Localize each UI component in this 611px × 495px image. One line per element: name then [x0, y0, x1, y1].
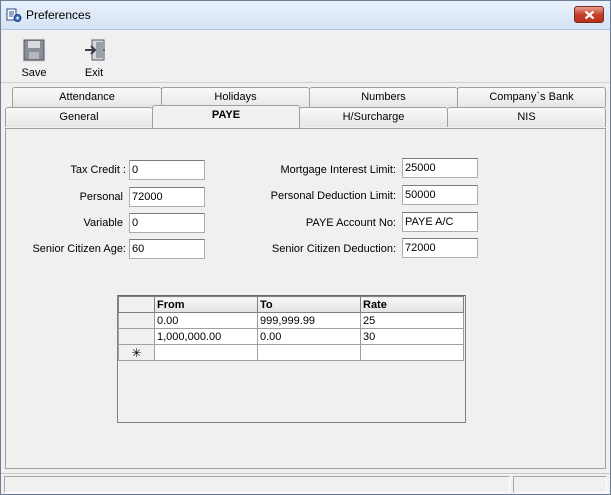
- title-bar[interactable]: Preferences: [1, 1, 610, 30]
- tab-numbers[interactable]: Numbers: [309, 87, 458, 107]
- tab-general[interactable]: General: [5, 107, 153, 127]
- cell-to[interactable]: 999,999.99: [257, 312, 361, 329]
- senior-citizen-deduction-label: Senior Citizen Deduction:: [271, 243, 396, 255]
- cell-to-new[interactable]: [257, 344, 361, 361]
- grid-corner: [118, 296, 155, 313]
- tab-strip: Attendance Holidays Numbers Company`s Ba…: [5, 85, 607, 129]
- senior-citizen-deduction-field[interactable]: 72000: [402, 238, 478, 258]
- save-label: Save: [21, 67, 47, 79]
- mortgage-interest-limit-label: Mortgage Interest Limit:: [280, 164, 396, 176]
- exit-button[interactable]: Exit: [72, 34, 116, 80]
- exit-icon: [85, 39, 105, 61]
- cell-from[interactable]: 0.00: [154, 312, 258, 329]
- new-row-icon: ✳: [118, 344, 155, 361]
- variable-field[interactable]: 0: [129, 213, 205, 233]
- tab-paye[interactable]: PAYE: [152, 105, 300, 128]
- variable-label: Variable: [83, 217, 123, 229]
- column-header-from[interactable]: From: [154, 296, 258, 313]
- paye-account-no-field[interactable]: PAYE A/C: [402, 212, 478, 232]
- app-icon: [6, 8, 22, 22]
- close-button[interactable]: [574, 6, 604, 23]
- personal-field[interactable]: 72000: [129, 187, 205, 207]
- cell-rate[interactable]: 25: [360, 312, 464, 329]
- tab-attendance[interactable]: Attendance: [12, 87, 162, 107]
- preferences-window: Preferences Save Exit Attendance Holiday…: [0, 0, 611, 495]
- exit-label: Exit: [84, 67, 104, 79]
- cell-to[interactable]: 0.00: [257, 328, 361, 345]
- tax-credit-field[interactable]: 0: [129, 160, 205, 180]
- cell-from[interactable]: 1,000,000.00: [154, 328, 258, 345]
- cell-from-new[interactable]: [154, 344, 258, 361]
- save-icon: [23, 39, 45, 62]
- senior-citizen-age-label: Senior Citizen Age:: [32, 243, 126, 255]
- tab-holidays[interactable]: Holidays: [161, 87, 310, 107]
- cell-rate-new[interactable]: [360, 344, 464, 361]
- tab-nis[interactable]: NIS: [447, 107, 606, 127]
- status-bar: [1, 473, 610, 494]
- table-row[interactable]: 0.00 999,999.99 25: [118, 312, 464, 329]
- personal-deduction-limit-label: Personal Deduction Limit:: [270, 190, 396, 202]
- personal-label: Personal: [79, 191, 123, 203]
- window-title: Preferences: [26, 8, 91, 22]
- status-pane-secondary: [513, 476, 607, 493]
- close-icon: [584, 10, 595, 20]
- row-selector[interactable]: [118, 312, 155, 329]
- tab-companys-bank[interactable]: Company`s Bank: [457, 87, 606, 107]
- toolbar: Save Exit: [1, 30, 610, 83]
- tax-credit-label: Tax Credit :: [70, 164, 126, 176]
- personal-deduction-limit-field[interactable]: 50000: [402, 185, 478, 205]
- status-pane-main: [4, 476, 510, 493]
- paye-panel: Tax Credit : 0 Personal 72000 Variable 0…: [5, 128, 606, 469]
- row-selector[interactable]: [118, 328, 155, 345]
- paye-account-no-label: PAYE Account No:: [305, 217, 396, 229]
- table-row[interactable]: 1,000,000.00 0.00 30: [118, 328, 464, 345]
- new-row[interactable]: ✳: [118, 344, 464, 361]
- save-button[interactable]: Save: [12, 34, 56, 80]
- cell-rate[interactable]: 30: [360, 328, 464, 345]
- tab-h-surcharge[interactable]: H/Surcharge: [299, 107, 448, 127]
- mortgage-interest-limit-field[interactable]: 25000: [402, 158, 478, 178]
- column-header-rate[interactable]: Rate: [360, 296, 464, 313]
- column-header-to[interactable]: To: [257, 296, 361, 313]
- senior-citizen-age-field[interactable]: 60: [129, 239, 205, 259]
- tax-band-grid[interactable]: From To Rate 0.00 999,999.99 25 1,000,00…: [117, 295, 466, 423]
